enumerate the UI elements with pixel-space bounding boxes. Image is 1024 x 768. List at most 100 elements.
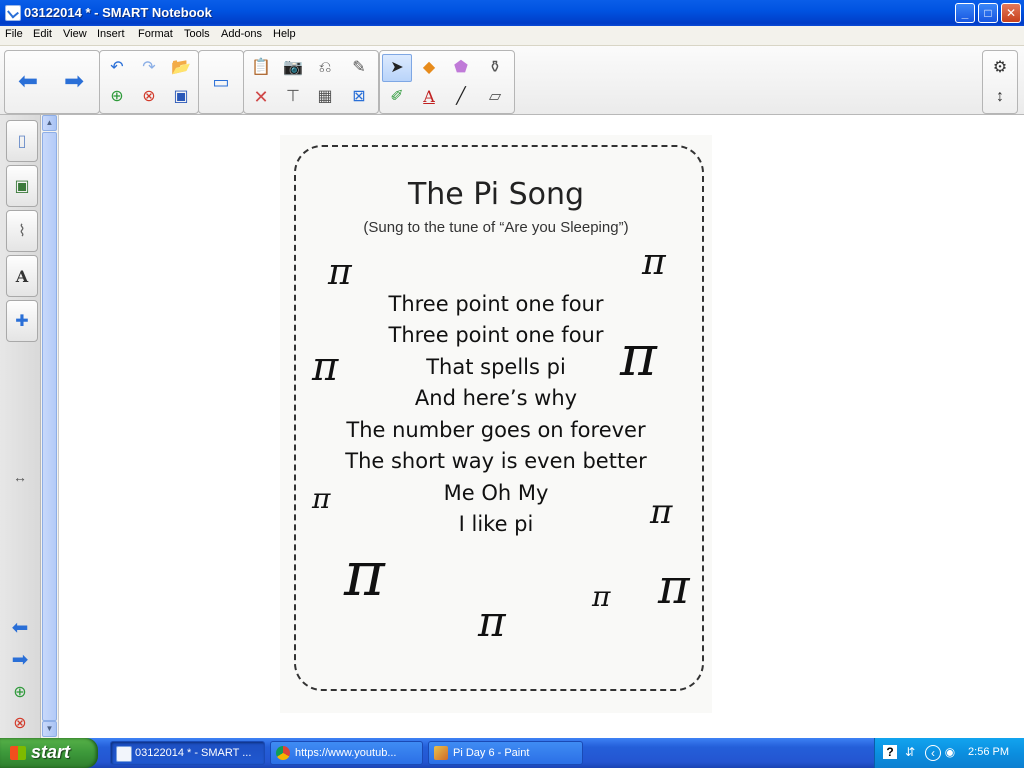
settings-icon[interactable]: ⚙: [985, 54, 1015, 82]
pi-symbol: π: [344, 537, 385, 610]
settings-group: ⚙ ↕: [982, 50, 1018, 114]
pens-icon[interactable]: ✐: [382, 83, 412, 111]
move-toolbar-icon[interactable]: ↕: [985, 83, 1015, 111]
menu-file[interactable]: File: [5, 28, 23, 40]
pi-symbol: π: [478, 597, 506, 646]
pi-symbol: π: [620, 324, 657, 389]
scroll-thumb[interactable]: [42, 132, 57, 721]
network-icon[interactable]: ◉: [943, 745, 957, 759]
delete-page-icon[interactable]: ⊗: [134, 83, 164, 111]
screen-shade-group: ▭: [198, 50, 244, 114]
back-arrow-icon[interactable]: ⬅: [13, 68, 43, 96]
maximize-button[interactable]: □: [978, 3, 998, 23]
task-label: Pi Day 6 - Paint: [453, 747, 530, 759]
task-label: 03122014 * - SMART ...: [135, 747, 252, 759]
pi-symbol: π: [328, 252, 352, 293]
chrome-icon: [276, 746, 290, 760]
tools-group: ➤ ◆ ⬟ ⚱ ✐ A ╱ ▱: [379, 50, 515, 114]
lyric-line-1: Three point one four: [388, 292, 604, 316]
pi-song-card[interactable]: The Pi Song (Sung to the tune of “Are yo…: [280, 135, 712, 713]
previous-page-icon[interactable]: ⬅: [6, 615, 34, 639]
redo-icon[interactable]: ↷: [134, 54, 164, 82]
task-label: https://www.youtub...: [295, 747, 397, 759]
magic-pen-icon[interactable]: ✎: [344, 54, 374, 82]
start-label: start: [31, 742, 71, 762]
document-camera-icon[interactable]: ⎌: [310, 54, 340, 82]
menu-addons[interactable]: Add-ons: [221, 28, 262, 40]
paperclip-icon: ⌇: [18, 223, 26, 240]
puzzle-icon: ✚: [15, 313, 29, 330]
gallery-icon: ▣: [14, 178, 30, 195]
eraser-tool-icon[interactable]: ⬟: [446, 54, 476, 82]
lyric-line-4: And here’s why: [414, 386, 578, 410]
title-bar: 03122014 * - SMART Notebook _ □ ✕: [0, 0, 1024, 26]
full-screen-icon[interactable]: ⊤: [278, 83, 308, 111]
smart-notebook-icon: [116, 746, 132, 762]
properties-icon: A: [15, 266, 29, 286]
scroll-down-button[interactable]: ▼: [42, 721, 57, 737]
side-tabs: ▯ ▣ ⌇ A ✚ ↔ ⬅ ➡ ⊕ ⊗: [0, 115, 41, 738]
pi-symbol: π: [642, 242, 666, 283]
addons-tab[interactable]: ✚: [6, 300, 38, 342]
line-icon[interactable]: ╱: [446, 83, 476, 111]
notebook-page[interactable]: The Pi Song (Sung to the tune of “Are yo…: [59, 115, 1024, 738]
lyric-line-5: The number goes on forever: [346, 418, 646, 442]
window-title: 03122014 * - SMART Notebook: [24, 5, 212, 20]
lyric-line-8: I like pi: [458, 512, 534, 536]
clock: 2:56 PM: [968, 746, 1009, 758]
task-paint[interactable]: Pi Day 6 - Paint: [428, 741, 583, 765]
menu-help[interactable]: Help: [273, 28, 296, 40]
smart-notebook-app-icon: [5, 5, 21, 21]
song-title: The Pi Song: [407, 177, 585, 212]
pi-symbol: π: [312, 482, 331, 515]
text-icon[interactable]: A: [414, 83, 444, 111]
scroll-up-button[interactable]: ▲: [42, 115, 57, 131]
resize-handle-icon[interactable]: ↔: [6, 465, 34, 489]
forward-arrow-icon[interactable]: ➡: [59, 68, 89, 96]
open-file-icon[interactable]: 📂: [166, 54, 196, 82]
paint-icon: [434, 746, 448, 760]
expand-tray-icon[interactable]: ‹: [925, 745, 941, 761]
pi-symbol: π: [650, 492, 673, 532]
save-icon[interactable]: ▣: [166, 83, 196, 111]
start-button[interactable]: start: [0, 738, 98, 768]
shapes-icon[interactable]: ◆: [414, 54, 444, 82]
gallery-tab[interactable]: ▣: [6, 165, 38, 207]
taskbar: start 03122014 * - SMART ... https://www…: [0, 738, 1024, 768]
next-page-icon[interactable]: ➡: [6, 647, 34, 671]
screen-shade-icon[interactable]: ▭: [206, 68, 236, 96]
menu-view[interactable]: View: [63, 28, 87, 40]
paste-icon[interactable]: 📋: [246, 54, 276, 82]
vertical-scrollbar[interactable]: ▲ ▼: [41, 115, 59, 738]
select-tool-icon[interactable]: ➤: [382, 54, 412, 82]
menu-tools[interactable]: Tools: [184, 28, 210, 40]
help-icon[interactable]: ?: [883, 745, 897, 759]
windows-flag-icon: [10, 746, 26, 760]
delete-page-side-icon[interactable]: ⊗: [6, 711, 34, 735]
main-toolbar: ⬅ ➡ ↶ ↷ 📂 ⊕ ⊗ ▣ ▭ 📋 📷 ⎌ ✎ ✕ ⊤ ▦ ⊠ ➤ ◆ ⬟ …: [0, 46, 1024, 115]
minimize-button[interactable]: _: [955, 3, 975, 23]
attachments-tab[interactable]: ⌇: [6, 210, 38, 252]
page-sorter-tab[interactable]: ▯: [6, 120, 38, 162]
menu-edit[interactable]: Edit: [33, 28, 52, 40]
add-page-icon[interactable]: ⊕: [102, 83, 132, 111]
add-page-side-icon[interactable]: ⊕: [6, 680, 34, 704]
close-button[interactable]: ✕: [1001, 3, 1021, 23]
pi-symbol: π: [312, 344, 339, 390]
pi-symbol: π: [658, 559, 690, 615]
song-subtitle: (Sung to the tune of “Are you Sleeping”): [363, 219, 629, 236]
edit-group: ↶ ↷ 📂 ⊕ ⊗ ▣: [99, 50, 199, 114]
fill-icon[interactable]: ⚱: [480, 54, 510, 82]
properties-tab[interactable]: A: [6, 255, 38, 297]
eraser-icon[interactable]: ▱: [480, 83, 510, 111]
table-icon[interactable]: ▦: [310, 83, 340, 111]
volume-icon[interactable]: ⇵: [903, 745, 917, 759]
undo-icon[interactable]: ↶: [102, 54, 132, 82]
screen-capture-icon[interactable]: 📷: [278, 54, 308, 82]
delete-icon[interactable]: ✕: [246, 83, 276, 111]
task-chrome[interactable]: https://www.youtub...: [270, 741, 423, 765]
task-smart-notebook[interactable]: 03122014 * - SMART ...: [110, 741, 265, 765]
menu-insert[interactable]: Insert: [97, 28, 125, 40]
clear-page-icon[interactable]: ⊠: [344, 83, 374, 111]
menu-format[interactable]: Format: [138, 28, 173, 40]
